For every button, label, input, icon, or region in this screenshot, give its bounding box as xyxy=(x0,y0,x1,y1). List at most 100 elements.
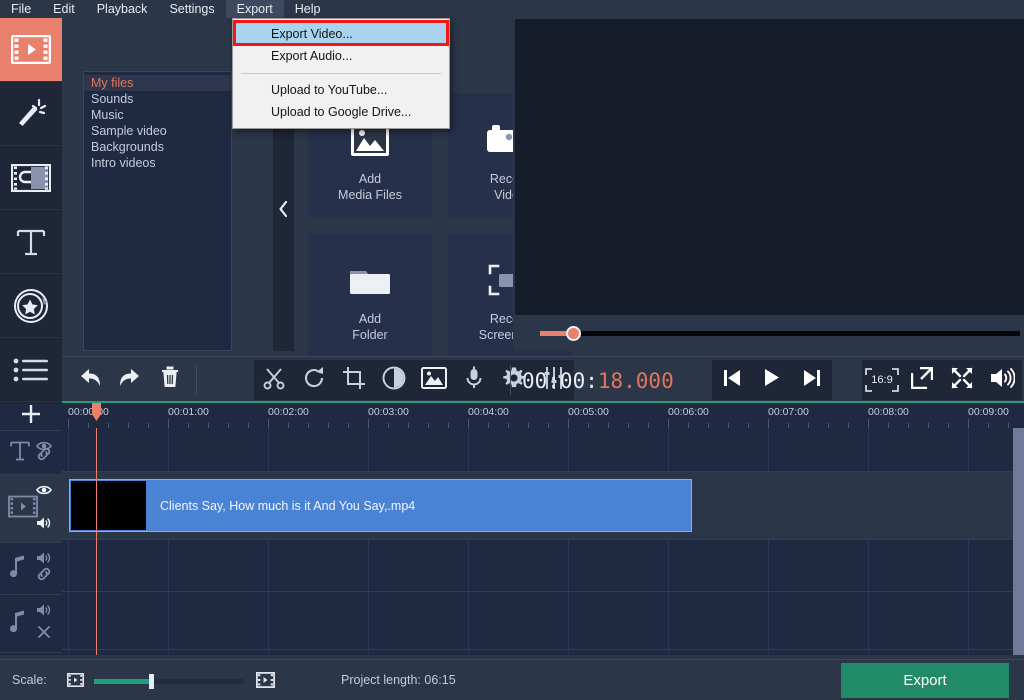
timeline-vertical-scrollbar[interactable] xyxy=(1013,428,1024,655)
menu-export[interactable]: Export xyxy=(225,0,284,18)
seek-handle[interactable] xyxy=(566,326,581,341)
view-group: 16:9 xyxy=(862,360,1022,400)
export-button[interactable]: Export xyxy=(841,663,1009,698)
track-header-video[interactable] xyxy=(0,475,62,543)
file-item-sounds[interactable]: Sounds xyxy=(84,91,231,107)
rotate-button[interactable] xyxy=(294,360,334,400)
zoom-out-film-icon[interactable] xyxy=(67,673,84,692)
rotate-icon xyxy=(302,366,326,395)
eye-icon[interactable] xyxy=(36,483,52,501)
tile-label: Add Media Files xyxy=(338,172,402,202)
track-header-audio[interactable] xyxy=(0,543,62,595)
play-button[interactable] xyxy=(752,360,792,400)
aspect-ratio-button[interactable]: 16:9 xyxy=(862,360,902,400)
popout-icon xyxy=(910,366,934,394)
popout-button[interactable] xyxy=(902,360,942,400)
menu-playback[interactable]: Playback xyxy=(86,0,159,18)
split-button[interactable] xyxy=(254,360,294,400)
toolbar-accent-line xyxy=(62,401,1024,403)
current-timecode: 00:00:18.000 xyxy=(522,369,674,393)
menu-item-upload-google-drive[interactable]: Upload to Google Drive... xyxy=(233,101,449,123)
editing-toolbar: 00:00:18.000 16:9 xyxy=(62,356,1024,402)
stabilize-button[interactable] xyxy=(414,360,454,400)
menu-item-export-video[interactable]: Export Video... xyxy=(233,23,449,45)
add-folder-button[interactable]: Add Folder xyxy=(308,233,432,357)
track-header-audio-2[interactable] xyxy=(0,595,62,653)
unlink-icon[interactable] xyxy=(36,624,52,645)
trash-icon xyxy=(160,366,180,394)
track-row-video[interactable]: Clients Say, How much is it And You Say,… xyxy=(62,472,1024,540)
menu-item-upload-youtube[interactable]: Upload to YouTube... xyxy=(233,79,449,101)
tile-label: Add Folder xyxy=(352,312,388,342)
delete-button[interactable] xyxy=(150,360,190,400)
list-icon xyxy=(13,357,49,383)
video-preview[interactable] xyxy=(515,19,1024,315)
timeline-ruler[interactable]: 00:00:00 00:01:00 00:02:00 00:03:00 00:0… xyxy=(62,403,1024,428)
timecode-prefix: 00:00: xyxy=(522,369,598,393)
ruler-tick xyxy=(968,419,969,428)
menu-file[interactable]: File xyxy=(0,0,42,18)
undo-button[interactable] xyxy=(70,360,110,400)
file-item-sample-video[interactable]: Sample video xyxy=(84,123,231,139)
ruler-tick xyxy=(68,419,69,428)
previous-frame-button[interactable] xyxy=(712,360,752,400)
menu-help[interactable]: Help xyxy=(284,0,332,18)
track-row-title[interactable] xyxy=(62,428,1024,472)
timeline-track-headers xyxy=(0,403,62,655)
timeline-clip[interactable]: Clients Say, How much is it And You Say,… xyxy=(69,479,692,532)
track-row-audio-2[interactable] xyxy=(62,592,1024,650)
file-item-backgrounds[interactable]: Backgrounds xyxy=(84,139,231,155)
menu-separator xyxy=(241,73,441,74)
next-frame-button[interactable] xyxy=(792,360,832,400)
record-audio-button[interactable] xyxy=(454,360,494,400)
ruler-label: 00:06:00 xyxy=(668,406,709,418)
link-icon[interactable] xyxy=(36,566,52,587)
scale-slider-handle[interactable] xyxy=(149,674,154,689)
rail-item-titles[interactable] xyxy=(0,210,62,274)
transport-group xyxy=(712,360,832,400)
add-track-button[interactable] xyxy=(0,403,62,431)
speaker-icon[interactable] xyxy=(36,603,52,622)
track-row-audio[interactable] xyxy=(62,540,1024,592)
playhead-handle[interactable] xyxy=(92,403,101,421)
menu-item-export-audio[interactable]: Export Audio... xyxy=(233,45,449,67)
history-group xyxy=(70,360,190,400)
aspect-ratio-label: 16:9 xyxy=(871,374,893,386)
file-category-list[interactable]: My files Sounds Music Sample video Backg… xyxy=(83,71,232,351)
link-icon[interactable] xyxy=(36,446,52,467)
speaker-icon[interactable] xyxy=(36,516,52,535)
crop-button[interactable] xyxy=(334,360,374,400)
rail-item-more[interactable] xyxy=(0,338,62,402)
ruler-tick xyxy=(768,419,769,428)
rail-item-stickers[interactable] xyxy=(0,274,62,338)
ruler-label: 00:07:00 xyxy=(768,406,809,418)
redo-button[interactable] xyxy=(110,360,150,400)
toolbar-divider xyxy=(196,365,197,395)
film-icon xyxy=(8,495,38,522)
fullscreen-button[interactable] xyxy=(942,360,982,400)
rail-item-filters[interactable] xyxy=(0,82,62,146)
file-item-music[interactable]: Music xyxy=(84,107,231,123)
file-item-intro-videos[interactable]: Intro videos xyxy=(84,155,231,171)
project-length-label: Project length: 06:15 xyxy=(341,673,456,687)
color-adjust-button[interactable] xyxy=(374,360,414,400)
zoom-in-film-icon[interactable] xyxy=(255,671,276,693)
track-header-title[interactable] xyxy=(0,431,62,475)
rail-item-transitions[interactable] xyxy=(0,146,62,210)
preview-seekbar[interactable] xyxy=(515,324,1024,344)
timeline-tracks[interactable]: Clients Say, How much is it And You Say,… xyxy=(62,428,1024,655)
menu-settings[interactable]: Settings xyxy=(158,0,225,18)
seek-track[interactable] xyxy=(540,331,1020,336)
undo-icon xyxy=(78,367,102,394)
playhead-line xyxy=(96,428,97,655)
volume-button[interactable] xyxy=(982,360,1022,400)
toolbar-divider-2 xyxy=(510,365,511,395)
ruler-label: 00:08:00 xyxy=(868,406,909,418)
ruler-tick xyxy=(268,419,269,428)
clip-thumbnail xyxy=(71,481,146,530)
scale-slider-fill xyxy=(94,679,152,684)
chevron-left-icon xyxy=(278,200,289,223)
file-item-my-files[interactable]: My files xyxy=(84,75,231,91)
menu-edit[interactable]: Edit xyxy=(42,0,86,18)
rail-item-import[interactable] xyxy=(0,18,62,82)
